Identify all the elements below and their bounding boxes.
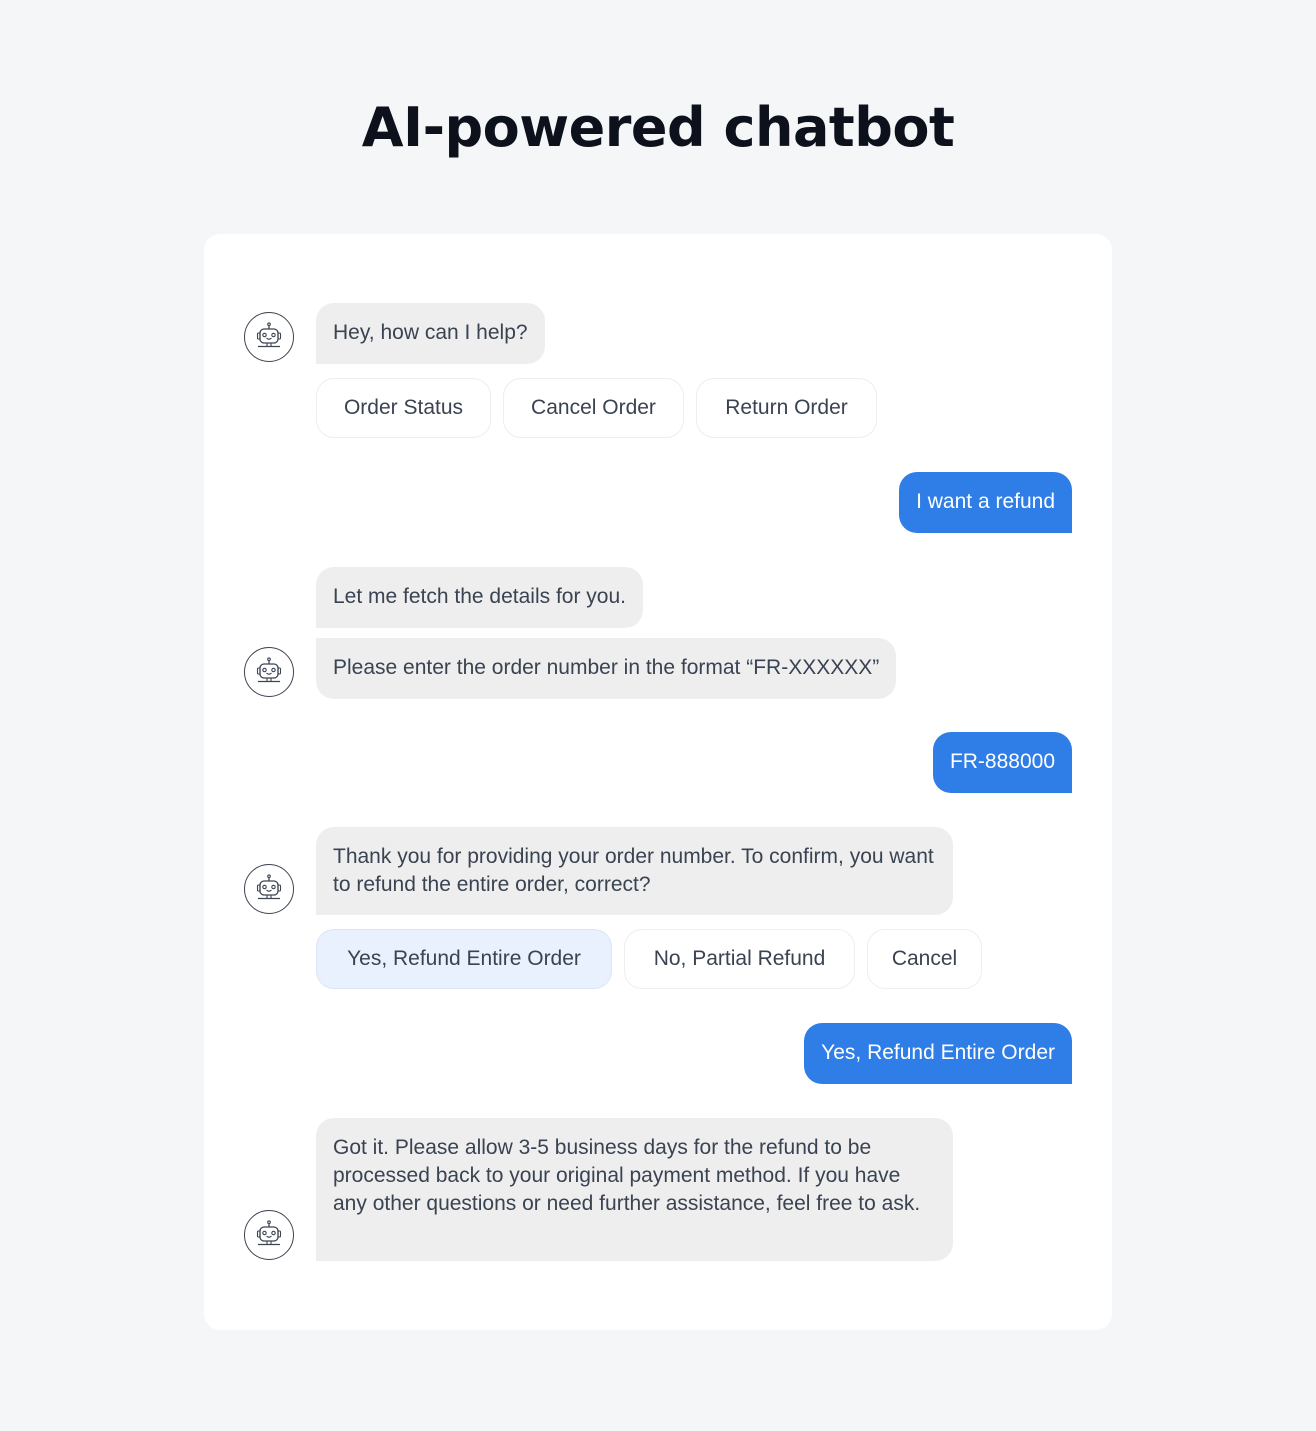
quick-reply-order-status[interactable]: Order Status — [316, 378, 491, 438]
bot-avatar — [244, 1210, 294, 1260]
bot-avatar — [244, 647, 294, 697]
robot-icon — [256, 874, 282, 900]
bot-message: Hey, how can I help? — [316, 303, 545, 364]
quick-reply-cancel-order[interactable]: Cancel Order — [503, 378, 684, 438]
bot-avatar — [244, 864, 294, 914]
user-message: I want a refund — [899, 472, 1072, 533]
quick-reply-return-order[interactable]: Return Order — [696, 378, 877, 438]
bot-message: Let me fetch the details for you. — [316, 567, 643, 628]
bot-avatar — [244, 312, 294, 362]
quick-reply-no-partial-refund[interactable]: No, Partial Refund — [624, 929, 855, 989]
bot-message: Thank you for providing your order numbe… — [316, 827, 953, 915]
user-message: FR-888000 — [932, 732, 1072, 793]
quick-reply-cancel[interactable]: Cancel — [867, 929, 982, 989]
robot-icon — [256, 1220, 282, 1246]
page-title: AI-powered chatbot — [361, 96, 955, 159]
robot-icon — [256, 657, 282, 683]
bot-message: Please enter the order number in the for… — [316, 638, 897, 699]
quick-reply-yes-refund-entire-order[interactable]: Yes, Refund Entire Order — [316, 929, 612, 989]
user-message: Yes, Refund Entire Order — [804, 1023, 1072, 1084]
robot-icon — [256, 322, 282, 348]
bot-message: Got it. Please allow 3-5 business days f… — [316, 1118, 953, 1261]
